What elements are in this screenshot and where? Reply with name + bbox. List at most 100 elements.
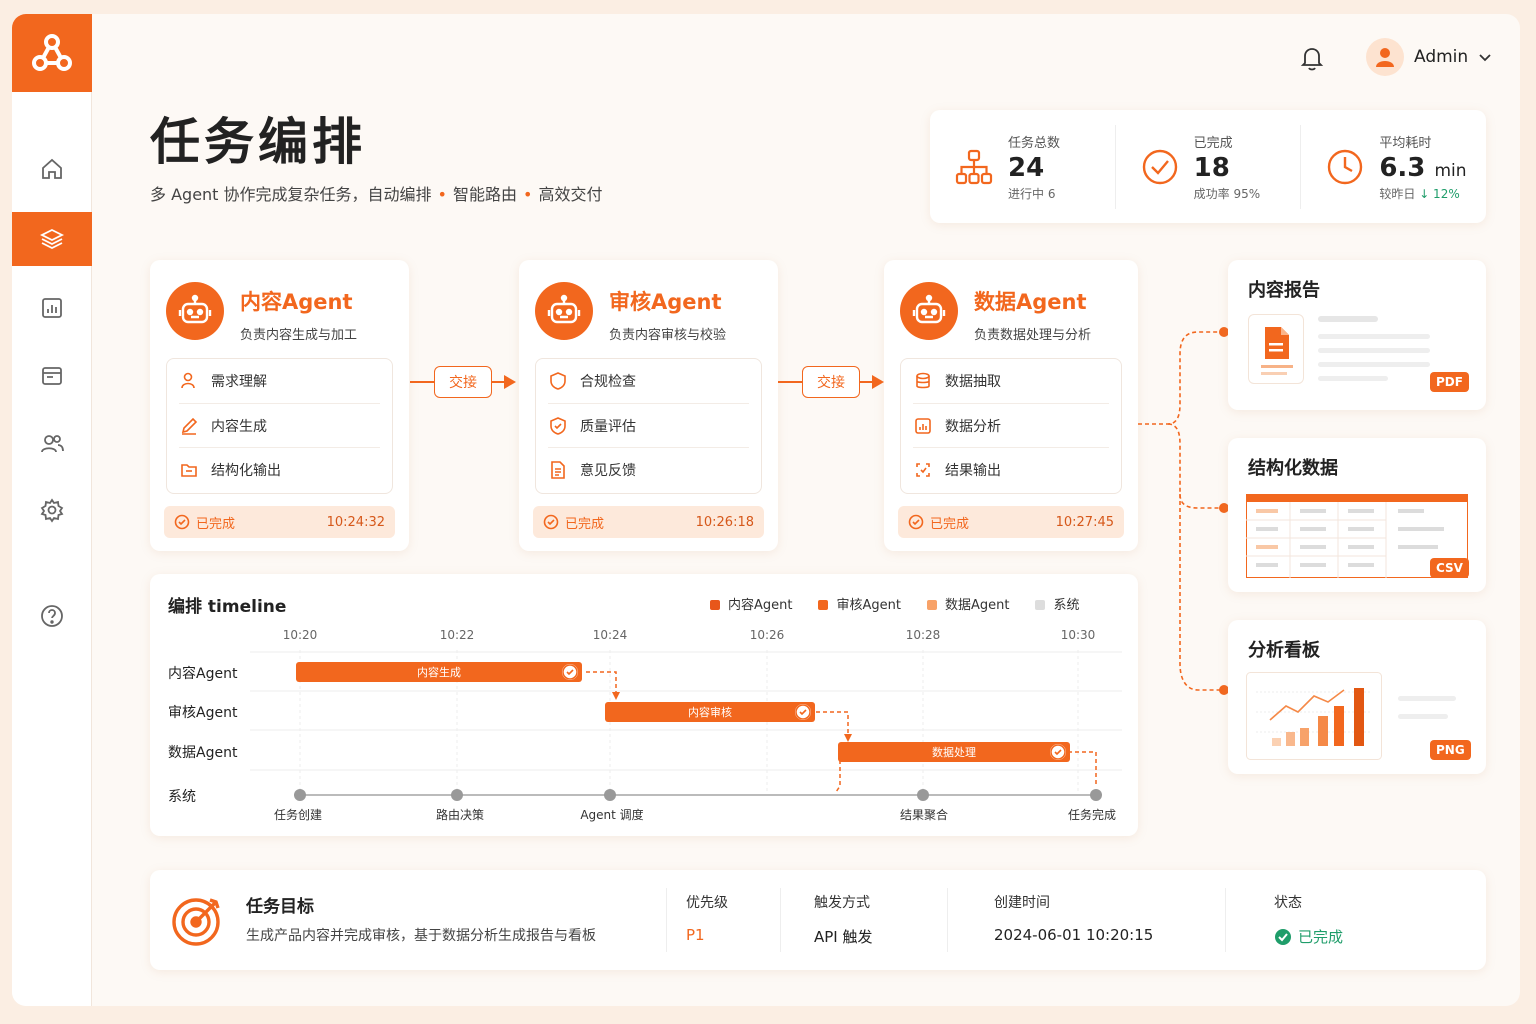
agent-card-content[interactable]: 内容Agent 负责内容生成与加工 需求理解 内容生成 结构化输出 已完成 10… — [150, 260, 409, 551]
chevron-down-icon — [1479, 54, 1491, 62]
file-type-badge: PDF — [1430, 372, 1469, 392]
text-placeholder — [1398, 714, 1448, 719]
nav-help[interactable] — [12, 589, 92, 643]
milestone-label: 路由决策 — [435, 808, 485, 822]
check-icon — [1050, 744, 1066, 760]
nav-settings[interactable] — [12, 483, 92, 537]
check-circle-icon — [543, 514, 559, 530]
created-field: 创建时间 2024-06-01 10:20:15 — [994, 895, 1154, 944]
task-item[interactable]: 意见反馈 — [548, 447, 749, 491]
file-icon — [1261, 327, 1293, 375]
user-menu[interactable]: Admin — [1366, 38, 1492, 76]
text-placeholder — [1398, 696, 1456, 701]
nav-home[interactable] — [12, 142, 92, 196]
row-label: 内容Agent — [168, 666, 238, 682]
logo[interactable] — [12, 14, 92, 92]
home-icon — [42, 158, 62, 179]
timeline-bar-review[interactable]: 内容审核 — [605, 702, 815, 722]
task-item[interactable]: 质量评估 — [548, 403, 749, 447]
page-title: 任务编排 — [150, 113, 366, 171]
output-connectors — [1138, 327, 1229, 695]
nav-analytics[interactable] — [12, 281, 92, 335]
output-card-data[interactable]: 结构化数据 CSV — [1228, 438, 1486, 592]
shield-icon — [550, 372, 566, 390]
status-badge: 已完成 10:26:18 — [533, 506, 764, 538]
user-icon — [1376, 48, 1394, 67]
status-badge: 已完成 10:27:45 — [898, 506, 1124, 538]
bell-icon[interactable] — [1298, 44, 1326, 72]
arrow-right-icon — [504, 375, 516, 389]
status-field: 状态 已完成 — [1274, 895, 1344, 946]
bar-chart-icon — [915, 417, 931, 434]
clock-icon — [1328, 149, 1363, 184]
handoff-connector: 交接 — [410, 366, 516, 398]
milestone-label: 任务创建 — [273, 808, 323, 822]
document-icon — [551, 460, 565, 479]
nav-tasks[interactable] — [12, 349, 92, 403]
folder-icon — [181, 463, 197, 477]
milestone-label: 任务完成 — [1067, 808, 1117, 822]
output-card-dashboard[interactable]: 分析看板 PNG — [1228, 620, 1486, 774]
robot-icon — [900, 282, 958, 340]
row-label: 系统 — [168, 789, 196, 805]
agent-card-review[interactable]: 审核Agent 负责内容审核与校验 合规检查 质量评估 意见反馈 已完成 10:… — [519, 260, 778, 551]
layers-icon — [39, 228, 65, 250]
chart-preview — [1246, 672, 1382, 760]
task-item[interactable]: 内容生成 — [179, 403, 380, 447]
task-item[interactable]: 合规检查 — [548, 359, 749, 403]
stat-completed: 已完成 18 成功率 95% — [1114, 124, 1301, 209]
row-label: 数据Agent — [168, 745, 238, 761]
gear-icon — [40, 498, 64, 523]
arrow-right-icon — [872, 375, 884, 389]
task-item[interactable]: 结果输出 — [913, 447, 1109, 491]
handoff-button[interactable]: 交接 — [434, 366, 492, 398]
nav-orchestration[interactable] — [12, 212, 92, 266]
trigger-field: 触发方式 API 触发 — [814, 895, 873, 946]
text-placeholder — [1318, 334, 1430, 339]
stat-avg-time: 平均耗时 6.3 min 较昨日 ↓ 12% — [1300, 124, 1486, 209]
robot-icon — [166, 282, 224, 340]
file-type-badge: CSV — [1430, 558, 1469, 578]
agent-card-data[interactable]: 数据Agent 负责数据处理与分析 数据抽取 数据分析 结果输出 已完成 10:… — [884, 260, 1138, 551]
output-card-report[interactable]: 内容报告 PDF — [1228, 260, 1486, 410]
priority-field: 优先级 P1 — [686, 895, 728, 944]
text-placeholder — [1318, 348, 1430, 353]
page-subtitle: 多 Agent 协作完成复杂任务，自动编排 • 智能路由 • 高效交付 — [150, 185, 603, 204]
user-name: Admin — [1414, 47, 1469, 67]
handoff-button[interactable]: 交接 — [802, 366, 860, 398]
timeline-panel: 编排 timeline 内容Agent 审核Agent 数据Agent 系统 1… — [150, 574, 1138, 836]
network-logo-icon — [32, 34, 72, 71]
milestone-label: 结果聚合 — [899, 808, 949, 822]
task-item[interactable]: 数据抽取 — [913, 359, 1109, 403]
timeline-bar-content[interactable]: 内容生成 — [296, 662, 582, 682]
text-placeholder — [1318, 362, 1430, 367]
calendar-icon — [42, 367, 62, 385]
check-circle-icon — [1275, 928, 1291, 945]
handoff-connector: 交接 — [778, 366, 884, 398]
check-circle-icon — [1142, 149, 1177, 184]
task-item[interactable]: 数据分析 — [913, 403, 1109, 447]
pencil-icon — [181, 417, 198, 435]
document-preview — [1248, 314, 1304, 384]
user-search-icon — [181, 372, 195, 389]
users-icon — [41, 435, 64, 453]
robot-icon — [535, 282, 593, 340]
app-frame: 任务编排 多 Agent 协作完成复杂任务，自动编排 • 智能路由 • 高效交付 Adm… — [12, 14, 1520, 1006]
database-icon — [916, 372, 930, 389]
help-icon — [41, 605, 63, 627]
text-placeholder — [1318, 376, 1388, 381]
task-item[interactable]: 需求理解 — [179, 359, 380, 403]
milestone-label: Agent 调度 — [580, 808, 644, 822]
task-goal-panel: 任务目标 生成产品内容并完成审核，基于数据分析生成报告与看板 优先级 P1 触发… — [150, 870, 1486, 970]
task-item[interactable]: 结构化输出 — [179, 447, 380, 491]
sidebar — [12, 14, 92, 1006]
target-icon — [172, 898, 220, 946]
stats-panel: 任务总数 24 进行中 6 已完成 18 成功率 95% 平均耗时 6.3 mi… — [930, 110, 1486, 223]
shield-check-icon — [550, 416, 566, 435]
check-circle-icon — [174, 514, 190, 530]
text-placeholder — [1318, 316, 1378, 322]
timeline-bar-data[interactable]: 数据处理 — [838, 742, 1070, 762]
hierarchy-icon — [955, 149, 993, 184]
nav-users[interactable] — [12, 417, 92, 471]
check-circle-icon — [908, 514, 924, 530]
